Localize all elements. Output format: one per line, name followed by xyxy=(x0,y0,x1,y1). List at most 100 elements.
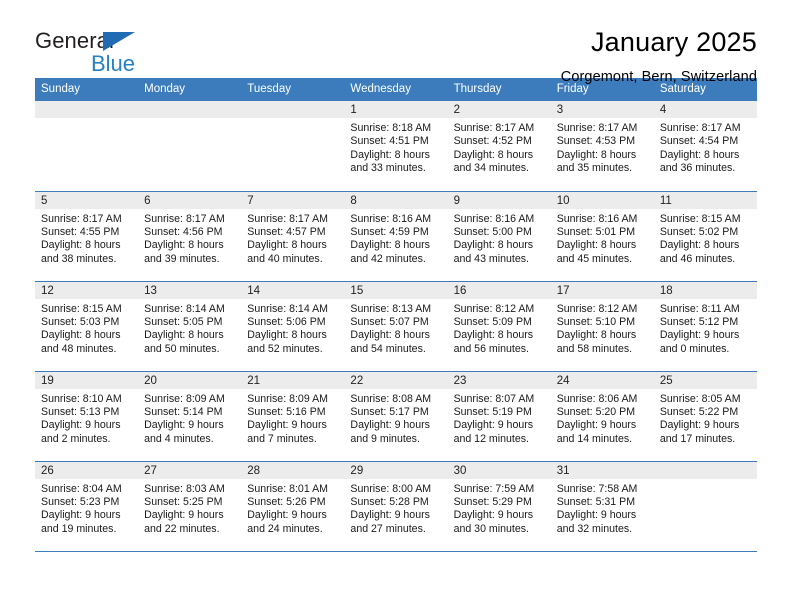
calendar-day-cell[interactable]: 9 Sunrise: 8:16 AM Sunset: 5:00 PM Daylight… xyxy=(447,191,551,282)
title-block: January 2025 Corgemont, Bern, Switzerlan… xyxy=(155,27,757,84)
day-number: 10 xyxy=(550,191,654,209)
daylight-text-line2: and 46 minutes. xyxy=(659,252,736,265)
sunset-text: Sunset: 5:00 PM xyxy=(453,225,532,238)
day-details xyxy=(138,118,241,122)
daylight-text-line2: and 27 minutes. xyxy=(350,522,426,535)
day-details xyxy=(35,118,138,122)
sunrise-text: Sunrise: 8:17 AM xyxy=(41,212,122,225)
logo-triangle-icon xyxy=(103,32,135,51)
sunrise-text: Sunrise: 7:59 AM xyxy=(453,482,535,495)
calendar-day-cell[interactable]: 18 Sunrise: 8:11 AM Sunset: 5:12 PM Dayligh… xyxy=(653,281,757,372)
daylight-text-line1: Daylight: 9 hours xyxy=(144,509,224,522)
daylight-text-line1: Daylight: 8 hours xyxy=(247,239,327,252)
calendar-day-cell[interactable]: 7 Sunrise: 8:17 AM Sunset: 4:57 PM Daylight… xyxy=(241,191,345,282)
calendar-day-cell[interactable]: 14 Sunrise: 8:14 AM Sunset: 5:06 PM Dayligh… xyxy=(241,281,345,372)
calendar-day-cell[interactable]: 5 Sunrise: 8:17 AM Sunset: 4:55 PM Daylight… xyxy=(35,191,139,282)
calendar-day-cell-empty xyxy=(241,101,345,192)
calendar-day-cell[interactable]: 20 Sunrise: 8:09 AM Sunset: 5:14 PM Dayligh… xyxy=(138,371,242,462)
sunrise-text: Sunrise: 7:58 AM xyxy=(556,482,638,495)
day-number: 2 xyxy=(447,101,551,118)
calendar-day-cell[interactable]: 29 Sunrise: 8:00 AM Sunset: 5:28 PM Dayligh… xyxy=(344,461,448,552)
day-number: 23 xyxy=(447,371,551,389)
day-details: Sunrise: 8:09 AM Sunset: 5:16 PM Daylight:… xyxy=(241,389,344,447)
sunrise-text: Sunrise: 8:06 AM xyxy=(556,392,638,405)
daylight-text-line1: Daylight: 8 hours xyxy=(556,239,637,252)
daylight-text-line2: and 9 minutes. xyxy=(350,432,420,445)
calendar-day-cell[interactable]: 6 Sunrise: 8:17 AM Sunset: 4:56 PM Daylight… xyxy=(138,191,242,282)
calendar-day-cell[interactable]: 12 Sunrise: 8:15 AM Sunset: 5:03 PM Dayligh… xyxy=(35,281,139,372)
calendar-day-cell[interactable]: 30 Sunrise: 7:59 AM Sunset: 5:29 PM Dayligh… xyxy=(447,461,551,552)
calendar-day-cell[interactable]: 21 Sunrise: 8:09 AM Sunset: 5:16 PM Dayligh… xyxy=(241,371,345,462)
day-details: Sunrise: 7:58 AM Sunset: 5:31 PM Daylight:… xyxy=(551,479,654,537)
day-number: 30 xyxy=(447,461,551,479)
daylight-text-line1: Daylight: 9 hours xyxy=(350,419,430,432)
sunrise-text: Sunrise: 8:10 AM xyxy=(41,392,122,405)
calendar-day-cell[interactable]: 25 Sunrise: 8:05 AM Sunset: 5:22 PM Dayligh… xyxy=(653,371,757,462)
calendar-day-cell[interactable]: 2 Sunrise: 8:17 AM Sunset: 4:52 PM Daylight… xyxy=(447,101,551,192)
sunset-text: Sunset: 5:13 PM xyxy=(41,405,120,418)
day-details: Sunrise: 8:12 AM Sunset: 5:09 PM Daylight:… xyxy=(448,299,551,357)
daylight-text-line1: Daylight: 9 hours xyxy=(659,419,740,432)
day-details: Sunrise: 8:06 AM Sunset: 5:20 PM Daylight:… xyxy=(551,389,654,447)
calendar-day-cell[interactable]: 13 Sunrise: 8:14 AM Sunset: 5:05 PM Dayligh… xyxy=(138,281,242,372)
daylight-text-line1: Daylight: 9 hours xyxy=(556,419,637,432)
sunrise-text: Sunrise: 8:15 AM xyxy=(659,212,741,225)
sunset-text: Sunset: 5:19 PM xyxy=(453,405,532,418)
calendar-day-cell[interactable]: 1 Sunrise: 8:18 AM Sunset: 4:51 PM Daylight… xyxy=(344,101,448,192)
calendar-day-cell-empty xyxy=(138,101,242,192)
calendar-day-cell[interactable]: 16 Sunrise: 8:12 AM Sunset: 5:09 PM Dayligh… xyxy=(447,281,551,372)
calendar-body: 1 Sunrise: 8:18 AM Sunset: 4:51 PM Daylight… xyxy=(35,101,757,552)
daylight-text-line1: Daylight: 9 hours xyxy=(41,509,121,522)
daylight-text-line1: Daylight: 8 hours xyxy=(659,148,740,161)
calendar-day-cell[interactable]: 3 Sunrise: 8:17 AM Sunset: 4:53 PM Daylight… xyxy=(550,101,654,192)
general-blue-logo[interactable]: General Blue xyxy=(35,28,155,76)
sunset-text: Sunset: 5:02 PM xyxy=(659,225,739,238)
calendar-day-cell[interactable]: 4 Sunrise: 8:17 AM Sunset: 4:54 PM Daylight… xyxy=(653,101,757,192)
sunset-text: Sunset: 5:16 PM xyxy=(247,405,326,418)
calendar-day-cell[interactable]: 28 Sunrise: 8:01 AM Sunset: 5:26 PM Dayligh… xyxy=(241,461,345,552)
daylight-text-line1: Daylight: 8 hours xyxy=(350,239,430,252)
daylight-text-line2: and 48 minutes. xyxy=(41,342,117,355)
calendar-day-cell[interactable]: 31 Sunrise: 7:58 AM Sunset: 5:31 PM Dayligh… xyxy=(550,461,654,552)
sunset-text: Sunset: 5:26 PM xyxy=(247,495,326,508)
calendar-week-row: 26 Sunrise: 8:04 AM Sunset: 5:23 PM Dayligh… xyxy=(35,461,757,552)
daylight-text-line2: and 2 minutes. xyxy=(41,432,111,445)
day-details: Sunrise: 8:04 AM Sunset: 5:23 PM Daylight:… xyxy=(35,479,138,537)
day-details: Sunrise: 8:14 AM Sunset: 5:06 PM Daylight:… xyxy=(241,299,344,357)
daylight-text-line1: Daylight: 8 hours xyxy=(41,239,121,252)
day-number: 28 xyxy=(241,461,345,479)
calendar-day-cell[interactable]: 23 Sunrise: 8:07 AM Sunset: 5:19 PM Dayligh… xyxy=(447,371,551,462)
calendar-day-cell[interactable]: 26 Sunrise: 8:04 AM Sunset: 5:23 PM Dayligh… xyxy=(35,461,139,552)
sunset-text: Sunset: 4:51 PM xyxy=(350,135,429,148)
sunrise-text: Sunrise: 8:14 AM xyxy=(247,302,328,315)
sunset-text: Sunset: 4:56 PM xyxy=(144,225,223,238)
calendar-day-cell[interactable]: 17 Sunrise: 8:12 AM Sunset: 5:10 PM Dayligh… xyxy=(550,281,654,372)
sunset-text: Sunset: 4:59 PM xyxy=(350,225,429,238)
day-details: Sunrise: 8:18 AM Sunset: 4:51 PM Daylight:… xyxy=(344,118,447,176)
day-details: Sunrise: 8:10 AM Sunset: 5:13 PM Daylight:… xyxy=(35,389,138,447)
calendar-day-cell[interactable]: 10 Sunrise: 8:16 AM Sunset: 5:01 PM Dayligh… xyxy=(550,191,654,282)
sunset-text: Sunset: 5:31 PM xyxy=(556,495,636,508)
day-number: 6 xyxy=(138,191,242,209)
sunrise-text: Sunrise: 8:17 AM xyxy=(556,122,638,134)
calendar-week-row: 19 Sunrise: 8:10 AM Sunset: 5:13 PM Dayligh… xyxy=(35,371,757,462)
daylight-text-line2: and 12 minutes. xyxy=(453,432,529,445)
calendar-day-cell[interactable]: 19 Sunrise: 8:10 AM Sunset: 5:13 PM Dayligh… xyxy=(35,371,139,462)
day-number: 27 xyxy=(138,461,242,479)
sunset-text: Sunset: 5:06 PM xyxy=(247,315,326,328)
calendar-table: Sunday Monday Tuesday Wednesday Thursday… xyxy=(35,78,757,552)
calendar-day-cell[interactable]: 24 Sunrise: 8:06 AM Sunset: 5:20 PM Dayligh… xyxy=(550,371,654,462)
calendar-day-cell[interactable]: 8 Sunrise: 8:16 AM Sunset: 4:59 PM Daylight… xyxy=(344,191,448,282)
sunrise-text: Sunrise: 8:03 AM xyxy=(144,482,225,495)
day-number xyxy=(241,101,345,118)
calendar-day-cell[interactable]: 11 Sunrise: 8:15 AM Sunset: 5:02 PM Dayligh… xyxy=(653,191,757,282)
calendar-day-cell[interactable]: 22 Sunrise: 8:08 AM Sunset: 5:17 PM Dayligh… xyxy=(344,371,448,462)
calendar-week-row: 12 Sunrise: 8:15 AM Sunset: 5:03 PM Dayligh… xyxy=(35,281,757,372)
daylight-text-line1: Daylight: 8 hours xyxy=(41,329,121,342)
day-details: Sunrise: 8:00 AM Sunset: 5:28 PM Daylight:… xyxy=(344,479,447,537)
calendar-day-cell[interactable]: 27 Sunrise: 8:03 AM Sunset: 5:25 PM Dayligh… xyxy=(138,461,242,552)
calendar-day-cell[interactable]: 15 Sunrise: 8:13 AM Sunset: 5:07 PM Dayligh… xyxy=(344,281,448,372)
day-details: Sunrise: 8:16 AM Sunset: 5:00 PM Daylight:… xyxy=(448,209,551,267)
day-number: 13 xyxy=(138,281,242,299)
sunrise-text: Sunrise: 8:17 AM xyxy=(659,122,741,134)
